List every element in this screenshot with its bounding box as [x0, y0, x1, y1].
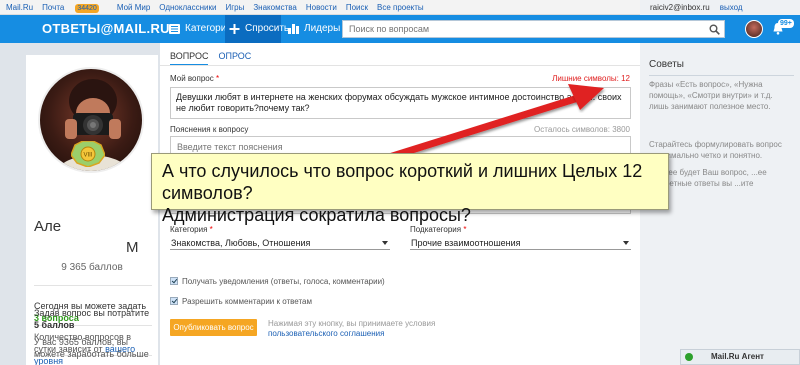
leaders-button[interactable]: Лидеры [284, 15, 340, 43]
mail-count-badge: 34420 [75, 4, 99, 13]
notify-label[interactable]: Получать уведомления (ответы, голоса, ко… [182, 277, 385, 286]
online-status-icon [685, 353, 693, 361]
profile-name[interactable]: Але [34, 218, 61, 235]
portal-link-mail[interactable]: Почта 34420 [42, 3, 108, 13]
category-value: Знакомства, Любовь, Отношения [171, 238, 311, 248]
required-mark: * [463, 225, 467, 234]
form-tabs: ВОПРОС ОПРОС [170, 51, 261, 66]
subcategory-select[interactable]: Прочие взаимоотношения [410, 236, 631, 250]
portal-link-games[interactable]: Игры [225, 3, 244, 12]
comments-checkbox[interactable] [170, 297, 178, 305]
divider [34, 285, 152, 286]
search-box [342, 20, 725, 38]
remaining-chars: Осталось символов: 3800 [534, 125, 630, 134]
tab-poll[interactable]: ОПРОС [218, 51, 251, 64]
user-email[interactable]: raiciv2@inbox.ru [650, 3, 710, 12]
notification-badge: 99+ [778, 19, 794, 28]
site-logo[interactable]: ОТВЕТЫ@MAIL.RU [42, 21, 170, 36]
list-icon [169, 24, 180, 34]
spend-info: Задав вопрос вы потратите 5 баллов [34, 307, 154, 331]
portal-link-all-projects[interactable]: Все проекты [377, 3, 424, 12]
agent-label: Mail.Ru Агент [711, 352, 764, 361]
category-select[interactable]: Знакомства, Любовь, Отношения [170, 236, 390, 250]
tips-title: Советы [649, 59, 684, 70]
svg-text:VIII: VIII [83, 153, 92, 159]
site-header: ОТВЕТЫ@MAIL.RU Категории Спросить Лидеры… [0, 15, 800, 43]
my-question-label: Мой вопрос * [170, 74, 219, 83]
my-question-label-text: Мой вопрос [170, 74, 214, 83]
category-label-text: Категория [170, 225, 208, 234]
subcategory-value: Прочие взаимоотношения [411, 238, 521, 248]
annotation-line-2: Администрация сократила вопросы? [162, 205, 471, 225]
search-input[interactable] [343, 21, 703, 37]
tab-question[interactable]: ВОПРОС [170, 51, 209, 66]
portal-bar: Mail.Ru Почта 34420 Мой Мир Одноклассники Игр… [0, 0, 800, 322]
bar-chart-icon [288, 24, 299, 34]
extra-chars-warning: Лишние символы: 12 [552, 74, 630, 83]
tip-3: ...яснее будет Ваш вопрос, ...ее конкрет… [649, 168, 767, 188]
portal-link-dating[interactable]: Знакомства [253, 3, 297, 12]
portal-link-search[interactable]: Поиск [346, 3, 368, 12]
plus-icon [229, 24, 240, 34]
leaders-label: Лидеры [304, 23, 341, 34]
portal-link-myworld[interactable]: Мой Мир [117, 3, 150, 12]
ask-button[interactable]: Спросить [225, 15, 289, 43]
ask-label: Спросить [245, 23, 290, 34]
annotation-note: А что случилось что вопрос короткий и ли… [151, 153, 669, 225]
tip-2: Старайтесь формулировать вопрос максимал… [649, 140, 782, 160]
spend-value: 5 баллов [34, 320, 75, 330]
user-avatar[interactable] [745, 20, 763, 38]
categories-button[interactable]: Категории [165, 15, 232, 43]
portal-link-mailru[interactable]: Mail.Ru [6, 3, 33, 12]
logout-link[interactable]: выход [720, 3, 743, 12]
dropdown-arrow-icon [382, 241, 388, 245]
publish-button[interactable]: Опубликовать вопрос [170, 319, 257, 336]
portal-link-ok[interactable]: Одноклассники [159, 3, 216, 12]
portal-links: Mail.Ru Почта 34420 Мой Мир Одноклассники Игр… [6, 0, 433, 15]
agreement-text: Нажимая эту кнопку, вы принимаете услови… [268, 319, 435, 339]
question-textarea[interactable]: Девушки любят в интернете на женских фор… [170, 87, 631, 119]
portal-link-news[interactable]: Новости [306, 3, 337, 12]
required-mark: * [209, 225, 213, 234]
required-mark: * [215, 74, 220, 83]
spend-label: Задав вопрос вы потратите [34, 308, 150, 318]
profile-points: 9 365 баллов [61, 262, 123, 273]
subcategory-label: Подкатегория * [410, 225, 466, 234]
notify-checkbox[interactable] [170, 277, 178, 285]
tabs-divider [160, 65, 640, 66]
mail-agent-bar[interactable]: Mail.Ru Агент [680, 349, 800, 365]
profile-name-tail: М [126, 239, 139, 256]
dropdown-arrow-icon [623, 241, 629, 245]
portal-link-mail-label: Почта [42, 3, 65, 12]
comments-label[interactable]: Разрешить комментарии к ответам [182, 297, 312, 306]
explanation-label: Пояснения к вопросу [170, 125, 249, 134]
tips-divider [649, 75, 794, 76]
balance-info: У вас 9365 баллов, вы можете заработать … [34, 337, 149, 359]
tip-1: Фразы «Есть вопрос», «Нужна помощь», «См… [649, 80, 773, 111]
category-label: Категория * [170, 225, 213, 234]
agreement-link[interactable]: пользовательского соглашения [268, 329, 435, 339]
rank-badge-icon: VIII [71, 141, 105, 167]
agreement-label: Нажимая эту кнопку, вы принимаете услови… [268, 319, 436, 328]
annotation-line-1: А что случилось что вопрос короткий и ли… [162, 161, 643, 203]
search-icon[interactable] [709, 24, 720, 35]
subcategory-label-text: Подкатегория [410, 225, 462, 234]
